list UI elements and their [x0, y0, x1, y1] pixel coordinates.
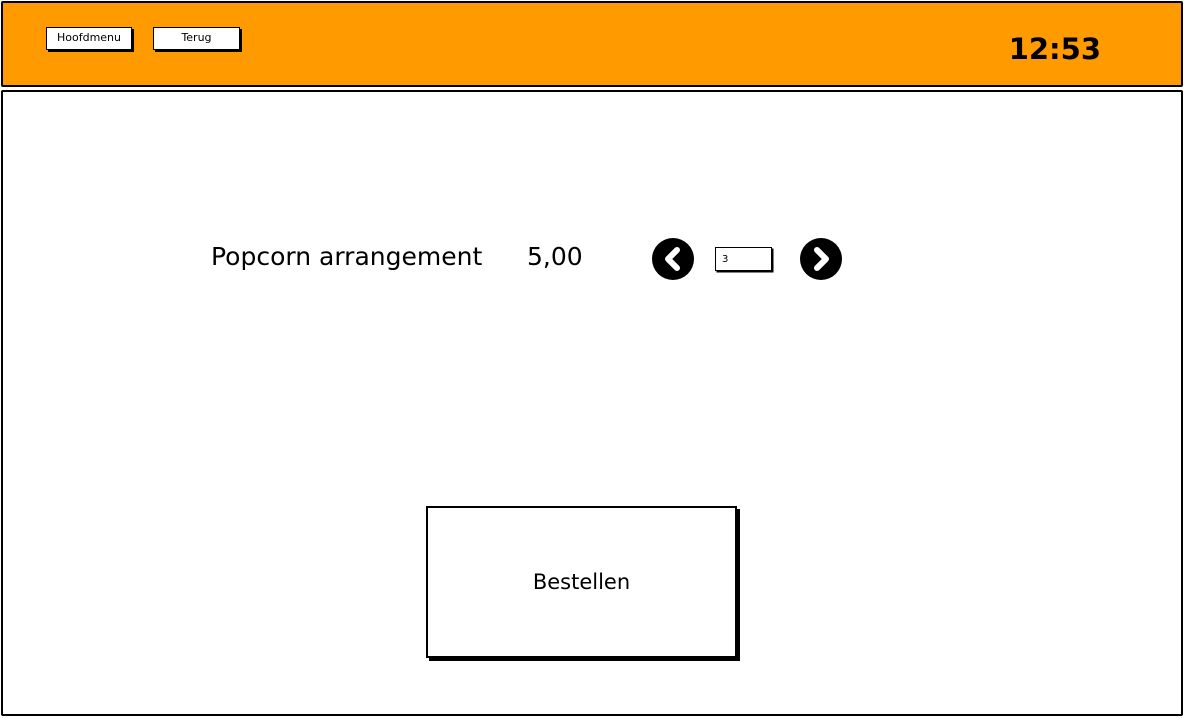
header-bar: Hoofdmenu Terug 12:53: [1, 1, 1183, 87]
decrease-quantity-button[interactable]: [652, 238, 694, 280]
main-menu-button[interactable]: Hoofdmenu: [46, 27, 132, 50]
clock: 12:53: [1008, 32, 1101, 66]
back-button[interactable]: Terug: [153, 27, 240, 50]
chevron-right-icon: [814, 247, 829, 271]
order-button[interactable]: Bestellen: [426, 506, 737, 658]
chevron-left-icon: [665, 247, 680, 271]
product-name: Popcorn arrangement: [211, 242, 483, 271]
product-price: 5,00: [527, 242, 583, 271]
increase-quantity-button[interactable]: [800, 238, 842, 280]
quantity-input[interactable]: [715, 247, 772, 271]
